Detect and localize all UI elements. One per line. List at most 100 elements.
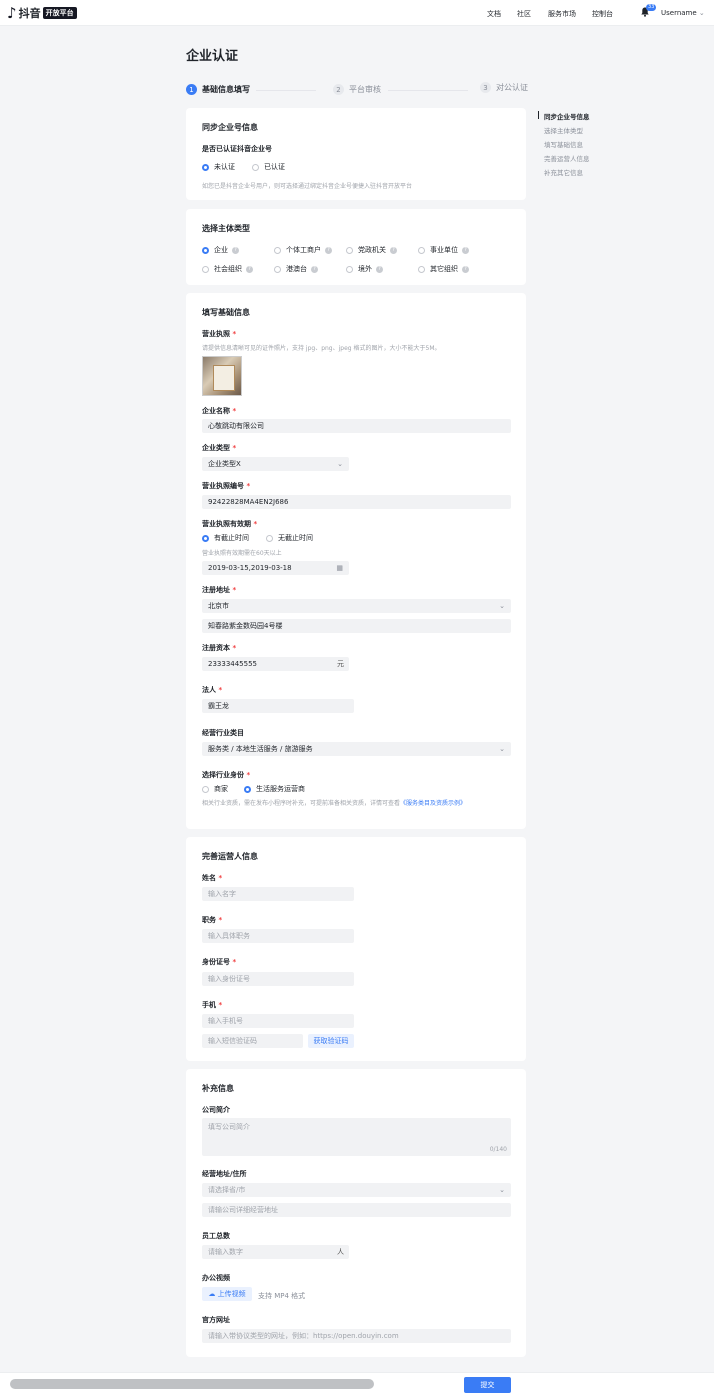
radio-label: 生活服务运营商	[256, 785, 305, 793]
radio-merchant[interactable]: 商家	[202, 784, 228, 794]
website-input[interactable]: 请输入带协议类型的网址，例如：https://open.douyin.com	[202, 1329, 511, 1343]
radio-other-org[interactable]: 其它组织?	[418, 264, 469, 274]
help-icon[interactable]: ?	[462, 265, 469, 273]
required-mark: *	[246, 482, 251, 490]
tiktok-note-icon: ♪	[7, 3, 17, 22]
address-detail-input[interactable]: 知春路紫金数码园4号楼	[202, 619, 511, 633]
license-image[interactable]	[202, 356, 242, 396]
province-select[interactable]: 请选择省/市 ⌄	[202, 1183, 511, 1197]
staff-label: 员工总数	[202, 1232, 230, 1240]
username[interactable]: Username ⌄	[661, 9, 705, 17]
required-mark: *	[253, 520, 258, 528]
capital-label: 注册资本 *	[202, 643, 236, 653]
sms-code-input[interactable]: 输入短信验证码	[202, 1034, 303, 1048]
side-nav-entity[interactable]: 选择主体类型	[544, 125, 583, 135]
help-icon[interactable]: ?	[390, 246, 397, 254]
help-icon[interactable]: ?	[462, 246, 469, 254]
step-number: 2	[333, 84, 344, 95]
help-icon[interactable]: ?	[325, 246, 332, 254]
license-code-input[interactable]: 92422828MA4EN2J686	[202, 495, 511, 509]
company-name-input[interactable]: 心敬跳动有限公司	[202, 419, 511, 433]
get-code-button[interactable]: 获取验证码	[308, 1034, 354, 1048]
radio-social-org[interactable]: 社会组织?	[202, 264, 253, 274]
staff-input[interactable]: 请输入数字 人	[202, 1245, 349, 1259]
industry-label: 经营行业类目	[202, 729, 244, 737]
side-nav-basic[interactable]: 填写基础信息	[544, 139, 583, 149]
side-nav-extra[interactable]: 补充其它信息	[544, 167, 583, 177]
help-icon[interactable]: ?	[246, 265, 253, 273]
required-mark: *	[218, 1001, 223, 1009]
op-name-input[interactable]: 输入名字	[202, 887, 354, 901]
label-text: 法人	[202, 686, 216, 694]
select-value: 服务类 / 本地生活服务 / 旅游服务	[208, 745, 313, 753]
capital-input[interactable]: 23333445555 元	[202, 657, 349, 671]
step-3: 3 对公认证	[480, 82, 528, 93]
license-label: 营业执照 *	[202, 329, 236, 339]
intro-textarea[interactable]: 填写公司简介 0/140	[202, 1118, 511, 1156]
label-text: 企业类型	[202, 444, 230, 452]
notification-badge: 33	[646, 4, 657, 11]
submit-button[interactable]: 提交	[464, 1377, 511, 1393]
step-label: 基础信息填写	[202, 85, 250, 94]
entity-section: 选择主体类型 企业? 个体工商户? 党政机关? 事业单位? 社会组织? 港澳台?…	[186, 209, 526, 285]
select-placeholder: 请选择省/市	[208, 1186, 246, 1194]
required-mark: *	[232, 330, 237, 338]
op-id-input[interactable]: 输入身份证号	[202, 972, 354, 986]
role-label: 选择行业身份 *	[202, 770, 250, 780]
op-name-label: 姓名 *	[202, 873, 222, 883]
label-text: 选择行业身份	[202, 771, 244, 779]
op-id-label: 身份证号 *	[202, 957, 236, 967]
radio-dot	[244, 785, 251, 793]
radio-label: 企业	[214, 246, 228, 254]
nav-community[interactable]: 社区	[517, 9, 531, 19]
radio-verified[interactable]: 已认证	[252, 162, 285, 172]
label-text: 注册资本	[202, 644, 230, 652]
page-title: 企业认证	[186, 49, 239, 64]
nav-market[interactable]: 服务市场	[548, 9, 576, 19]
side-nav-operator[interactable]: 完善运营人信息	[544, 153, 590, 163]
upload-video-button[interactable]: ☁ 上传视频	[202, 1287, 252, 1301]
radio-institution[interactable]: 事业单位?	[418, 245, 469, 255]
qualification-link[interactable]: 《服务类目及资质示例》	[400, 800, 466, 807]
radio-label: 事业单位	[430, 246, 458, 254]
reg-address-label: 注册地址 *	[202, 585, 236, 595]
radio-has-expiry[interactable]: 有截止时间	[202, 533, 249, 543]
radio-dot	[418, 265, 425, 273]
radio-overseas[interactable]: 境外?	[346, 264, 383, 274]
validity-date-picker[interactable]: 2019-03-15,2019-03-18 ▦	[202, 561, 349, 575]
radio-dot	[418, 246, 425, 254]
nav-docs[interactable]: 文档	[487, 9, 501, 19]
help-icon[interactable]: ?	[311, 265, 318, 273]
video-label: 办公视频	[202, 1274, 230, 1282]
industry-select[interactable]: 服务类 / 本地生活服务 / 旅游服务 ⌄	[202, 742, 511, 756]
sync-hint: 如您已是抖音企业号用户，则可选择通过绑定抖音企业号便捷入驻抖音开放平台	[202, 183, 413, 190]
radio-individual[interactable]: 个体工商户?	[274, 245, 332, 255]
label-text: 营业执照	[202, 330, 230, 338]
horizontal-scrollbar[interactable]	[10, 1379, 374, 1389]
radio-unverified[interactable]: 未认证	[202, 162, 235, 172]
label-text: 注册地址	[202, 586, 230, 594]
radio-dot	[202, 265, 209, 273]
radio-no-expiry[interactable]: 无截止时间	[266, 533, 313, 543]
radio-enterprise[interactable]: 企业?	[202, 245, 239, 255]
select-value: 北京市	[208, 602, 229, 610]
help-icon[interactable]: ?	[376, 265, 383, 273]
side-nav-sync[interactable]: 同步企业号信息	[544, 111, 590, 121]
brand-name: 抖音	[18, 7, 41, 20]
company-type-select[interactable]: 企业类型X ⌄	[202, 457, 349, 471]
logo[interactable]: ♪ 抖音 开放平台	[7, 5, 77, 21]
city-select[interactable]: 北京市 ⌄	[202, 599, 511, 613]
biz-address-input[interactable]: 请输公司详细经营地址	[202, 1203, 511, 1217]
radio-service-operator[interactable]: 生活服务运营商	[244, 784, 305, 794]
help-icon[interactable]: ?	[232, 246, 239, 254]
op-job-input[interactable]: 输入具体职务	[202, 929, 354, 943]
required-mark: *	[218, 874, 223, 882]
required-mark: *	[218, 916, 223, 924]
char-counter: 0/140	[489, 1146, 507, 1153]
license-code-label: 营业执照编号 *	[202, 481, 250, 491]
radio-hk-mo-tw[interactable]: 港澳台?	[274, 264, 318, 274]
nav-console[interactable]: 控制台	[592, 9, 613, 19]
radio-gov[interactable]: 党政机关?	[346, 245, 397, 255]
op-phone-input[interactable]: 输入手机号	[202, 1014, 354, 1028]
legal-input[interactable]: 霸王龙	[202, 699, 354, 713]
